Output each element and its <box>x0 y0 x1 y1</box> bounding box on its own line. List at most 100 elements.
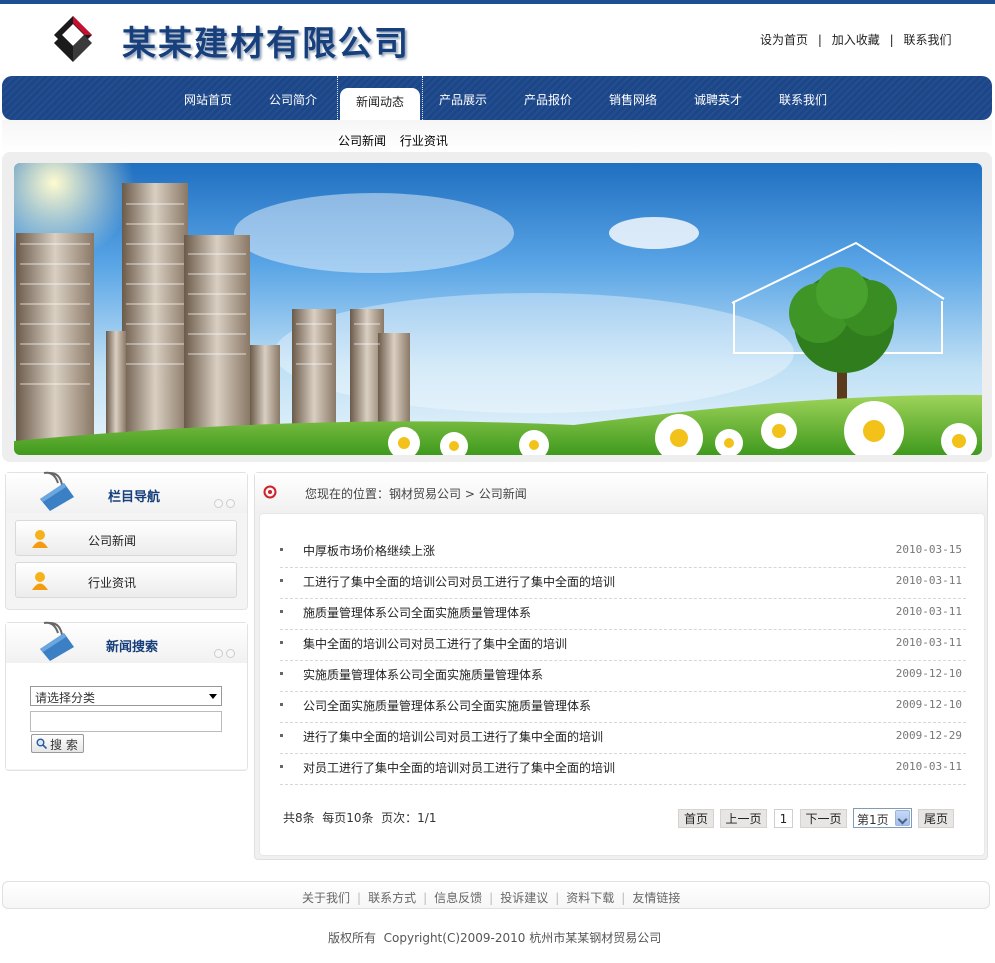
sidebar-item-industry-news[interactable]: 行业资讯 <box>15 562 237 598</box>
sidebar-item-company-news[interactable]: 公司新闻 <box>15 520 237 556</box>
subnav-item-company-news[interactable]: 公司新闻 <box>338 134 386 148</box>
news-date: 2009-12-10 <box>895 667 962 680</box>
copyright-text: 版权所有 Copyright(C)2009-2010 杭州市某某钢材贸易公司 <box>328 931 662 945</box>
decorative-dots <box>211 497 239 508</box>
news-list-item[interactable]: 实施质量管理体系公司全面实施质量管理体系 2009-12-10 <box>280 661 966 692</box>
nav-item-home[interactable]: 网站首页 <box>184 76 232 120</box>
sidebar-item-label: 行业资讯 <box>88 576 137 590</box>
pagination-info: 共8条 每页10条 页次：1/1 <box>283 811 437 825</box>
search-input[interactable] <box>30 711 222 732</box>
news-title: 进行了集中全面的培训公司对员工进行了集中全面的培训 <box>303 730 604 744</box>
footer-separator: | <box>489 891 494 905</box>
footer-link-downloads[interactable]: 资料下载 <box>566 891 614 905</box>
nav-item-products[interactable]: 产品展示 <box>439 76 487 120</box>
news-title: 工进行了集中全面的培训公司对员工进行了集中全面的培训 <box>303 575 616 589</box>
bullet-icon <box>280 703 283 706</box>
dropdown-arrow-icon <box>209 694 217 699</box>
news-title: 对员工进行了集中全面的培训对员工进行了集中全面的培训 <box>303 761 616 775</box>
binder-clip-icon <box>40 621 74 661</box>
breadcrumb-separator: > <box>461 487 479 501</box>
news-title: 集中全面的培训公司对员工进行了集中全面的培训 <box>303 637 568 651</box>
footer-link-contact[interactable]: 联系方式 <box>368 891 416 905</box>
news-date: 2010-03-11 <box>895 760 962 773</box>
nav-item-news[interactable]: 新闻动态 <box>337 76 423 120</box>
news-list-item[interactable]: 集中全面的培训公司对员工进行了集中全面的培训 2010-03-11 <box>280 630 966 661</box>
location-target-icon <box>263 485 277 499</box>
nav-item-quotes[interactable]: 产品报价 <box>524 76 572 120</box>
breadcrumb: 您现在的位置：钢材贸易公司 > 公司新闻 <box>305 485 527 502</box>
category-select-value: 请选择分类 <box>35 691 96 705</box>
bullet-icon <box>280 641 283 644</box>
binder-clip-icon <box>40 471 74 511</box>
column-nav-title: 栏目导航 <box>108 490 161 505</box>
news-list-item[interactable]: 施质量管理体系公司全面实施质量管理体系 2010-03-11 <box>280 599 966 630</box>
news-date: 2010-03-11 <box>895 605 962 618</box>
top-link-separator: | <box>817 33 822 47</box>
category-select[interactable]: 请选择分类 <box>30 686 222 706</box>
news-date: 2010-03-15 <box>895 543 962 556</box>
main-nav: 网站首页 公司简介 新闻动态 产品展示 产品报价 销售网络 诚聘英才 联系我们 <box>2 76 992 120</box>
subnav-bar <box>2 120 992 152</box>
add-favorite-link[interactable]: 加入收藏 <box>832 33 880 47</box>
set-homepage-link[interactable]: 设为首页 <box>760 33 808 47</box>
bullet-icon <box>280 548 283 551</box>
page-select-value: 第1页 <box>857 813 889 827</box>
breadcrumb-home-link[interactable]: 钢材贸易公司 <box>389 487 461 501</box>
news-search-title: 新闻搜索 <box>106 640 159 655</box>
top-accent-line <box>0 0 995 4</box>
news-list-item[interactable]: 公司全面实施质量管理体系公司全面实施质量管理体系 2009-12-10 <box>280 692 966 723</box>
news-title: 中厚板市场价格继续上涨 <box>303 544 436 558</box>
news-date: 2009-12-10 <box>895 698 962 711</box>
dropdown-arrow-icon <box>895 810 910 826</box>
footer-link-feedback[interactable]: 信息反馈 <box>434 891 482 905</box>
column-nav-box: 栏目导航 公司新闻 行业资讯 <box>5 471 248 610</box>
bullet-icon <box>280 579 283 582</box>
company-logo-icon <box>54 16 92 62</box>
nav-item-about[interactable]: 公司简介 <box>269 76 317 120</box>
news-list-container: 中厚板市场价格继续上涨 2010-03-15 工进行了集中全面的培训公司对员工进… <box>259 513 985 856</box>
subnav-item-industry-news[interactable]: 行业资讯 <box>400 134 448 148</box>
contact-us-top-link[interactable]: 联系我们 <box>903 33 951 47</box>
top-link-separator: | <box>889 33 894 47</box>
search-icon <box>36 738 47 749</box>
page-number-1[interactable]: 1 <box>774 809 793 828</box>
nav-item-careers[interactable]: 诚聘英才 <box>694 76 742 120</box>
bullet-icon <box>280 610 283 613</box>
nav-item-contact[interactable]: 联系我们 <box>779 76 827 120</box>
last-page-button[interactable]: 尾页 <box>918 809 954 828</box>
next-page-button[interactable]: 下一页 <box>800 809 847 828</box>
footer-link-complaints[interactable]: 投诉建议 <box>500 891 548 905</box>
news-list-item[interactable]: 对员工进行了集中全面的培训对员工进行了集中全面的培训 2010-03-11 <box>280 754 966 785</box>
news-date: 2010-03-11 <box>895 636 962 649</box>
news-search-box: 新闻搜索 请选择分类 搜 索 <box>5 621 248 771</box>
footer-link-friends[interactable]: 友情链接 <box>632 891 680 905</box>
decorative-dots <box>211 647 239 658</box>
search-button[interactable]: 搜 索 <box>31 734 84 753</box>
bullet-icon <box>280 734 283 737</box>
banner-image <box>14 163 982 455</box>
news-list-item[interactable]: 工进行了集中全面的培训公司对员工进行了集中全面的培训 2010-03-11 <box>280 568 966 599</box>
news-date: 2009-12-29 <box>895 729 962 742</box>
news-title: 公司全面实施质量管理体系公司全面实施质量管理体系 <box>303 699 592 713</box>
prev-page-button[interactable]: 上一页 <box>720 809 767 828</box>
news-title: 施质量管理体系公司全面实施质量管理体系 <box>303 606 532 620</box>
news-date: 2010-03-11 <box>895 574 962 587</box>
news-panel: 您现在的位置：钢材贸易公司 > 公司新闻 中厚板市场价格继续上涨 2010-03… <box>254 472 988 860</box>
footer-link-about[interactable]: 关于我们 <box>302 891 350 905</box>
nav-item-sales-network[interactable]: 销售网络 <box>609 76 657 120</box>
news-title: 实施质量管理体系公司全面实施质量管理体系 <box>303 668 544 682</box>
sidebar-item-label: 公司新闻 <box>88 534 137 548</box>
company-name: 某某建材有限公司 <box>122 24 410 64</box>
bullet-icon <box>280 765 283 768</box>
bullet-icon <box>280 672 283 675</box>
news-list-item[interactable]: 中厚板市场价格继续上涨 2010-03-15 <box>280 537 966 568</box>
top-links: 设为首页 | 加入收藏 | 联系我们 <box>760 31 972 48</box>
first-page-button[interactable]: 首页 <box>678 809 714 828</box>
news-list-item[interactable]: 进行了集中全面的培训公司对员工进行了集中全面的培训 2009-12-29 <box>280 723 966 754</box>
search-button-label: 搜 索 <box>50 738 78 752</box>
page-select[interactable]: 第1页 <box>853 808 912 828</box>
footer-separator: | <box>555 891 560 905</box>
breadcrumb-current-link[interactable]: 公司新闻 <box>479 487 527 501</box>
subnav: 公司新闻 行业资讯 <box>338 132 458 149</box>
footer-separator: | <box>357 891 362 905</box>
